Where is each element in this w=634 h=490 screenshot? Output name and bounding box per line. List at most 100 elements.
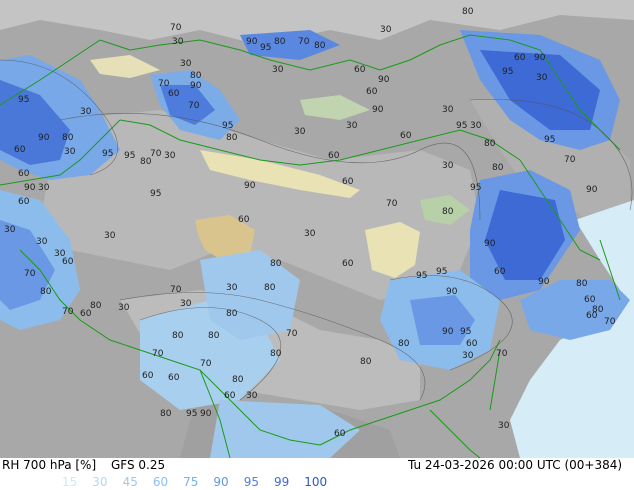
contour-label: 95: [436, 267, 447, 277]
contour-label: 60: [494, 267, 506, 277]
contour-label: 70: [152, 349, 164, 359]
product-label: RH 700 hPa [%]: [2, 458, 97, 472]
contour-label: 70: [62, 307, 74, 317]
contour-label: 80: [40, 287, 52, 297]
contour-label: 95: [456, 121, 467, 131]
contour-label: 30: [172, 37, 184, 47]
contour-label: 80: [270, 259, 282, 269]
contour-label: 30: [118, 303, 130, 313]
contour-label: 80: [160, 409, 172, 419]
contour-label: 60: [354, 65, 366, 75]
contour-label: 30: [246, 391, 258, 401]
contour-label: 60: [584, 295, 596, 305]
contour-label: 95: [502, 67, 513, 77]
contour-label: 30: [104, 231, 116, 241]
contour-label: 60: [18, 169, 30, 179]
contour-label: 60: [334, 429, 346, 439]
contour-label: 60: [62, 257, 74, 267]
contour-label: 90: [244, 181, 256, 191]
contour-label: 80: [226, 133, 238, 143]
contour-label: 90: [38, 133, 50, 143]
contour-label: 80: [442, 207, 454, 217]
contour-label: 30: [536, 73, 548, 83]
contour-label: 80: [264, 283, 276, 293]
contour-label: 95: [222, 121, 233, 131]
contour-label: 80: [208, 331, 220, 341]
contour-label: 70: [170, 285, 182, 295]
contour-label: 90: [538, 277, 550, 287]
contour-label: 60: [514, 53, 526, 63]
contour-label: 30: [226, 283, 238, 293]
contour-label: 70: [564, 155, 576, 165]
contour-label: 80: [172, 331, 184, 341]
scale-value: 95: [243, 475, 259, 489]
contour-label: 95: [102, 149, 113, 159]
contour-label: 95: [186, 409, 197, 419]
contour-label: 30: [180, 59, 192, 69]
contour-label: 80: [398, 339, 410, 349]
scale-value: 100: [304, 475, 328, 489]
contour-label: 60: [342, 259, 354, 269]
contour-label: 80: [462, 7, 474, 17]
contour-label: 80: [484, 139, 496, 149]
contour-label: 80: [270, 349, 282, 359]
contour-label: 70: [496, 349, 508, 359]
contour-label: 30: [442, 161, 454, 171]
contour-label: 80: [190, 71, 202, 81]
color-scale-legend: 15 30 45 60 75 90 95 99 100: [62, 475, 342, 489]
contour-label: 90: [534, 53, 546, 63]
contour-label: 60: [238, 215, 250, 225]
contour-label: 80: [314, 41, 326, 51]
scale-value: 75: [183, 475, 199, 489]
contour-label: 70: [286, 329, 298, 339]
contour-label: 30: [462, 351, 474, 361]
contour-label: 70: [200, 359, 212, 369]
contour-label: 70: [386, 199, 398, 209]
contour-label: 70: [150, 149, 162, 159]
scale-value: 99: [273, 475, 290, 489]
contour-label: 70: [24, 269, 36, 279]
scale-value: 60: [152, 475, 169, 489]
valid-time-label: Tu 24-03-2026 00:00 UTC (00+384): [408, 458, 623, 472]
contour-label: 30: [442, 105, 454, 115]
contour-label: 95: [470, 183, 481, 193]
contour-label: 90: [24, 183, 36, 193]
contour-label: 80: [90, 301, 102, 311]
contour-label: 70: [298, 37, 310, 47]
contour-label: 90: [586, 185, 598, 195]
contour-label: 60: [14, 145, 26, 155]
contour-label: 30: [4, 225, 16, 235]
contour-label: 60: [328, 151, 340, 161]
contour-label: 60: [168, 373, 180, 383]
contour-label: 95: [150, 189, 161, 199]
contour-label: 95: [124, 151, 135, 161]
contour-label: 30: [64, 147, 76, 157]
contour-label: 80: [492, 163, 504, 173]
contour-label: 30: [36, 237, 48, 247]
contour-label: 80: [274, 37, 286, 47]
contour-label: 90: [446, 287, 458, 297]
contour-label: 60: [342, 177, 354, 187]
contour-label: 90: [190, 81, 202, 91]
scale-value: 45: [122, 475, 138, 489]
contour-label: 30: [164, 151, 176, 161]
contour-label: 80: [226, 309, 238, 319]
contour-label: 80: [232, 375, 244, 385]
contour-label: 90: [246, 37, 258, 47]
contour-label: 30: [470, 121, 482, 131]
contour-label: 60: [366, 87, 378, 97]
contour-label: 60: [168, 89, 180, 99]
contour-label: 30: [38, 183, 50, 193]
contour-label: 90: [378, 75, 390, 85]
contour-label: 30: [180, 299, 192, 309]
contour-label: 30: [272, 65, 284, 75]
map-canvas: 7080303090 80 70 809530609060 90953070809060…: [0, 0, 634, 459]
contour-label: 95: [460, 327, 471, 337]
contour-label: 80: [360, 357, 372, 367]
contour-label: 30: [346, 121, 358, 131]
contour-label: 90: [200, 409, 212, 419]
contour-label: 60: [224, 391, 236, 401]
contour-label: 95: [18, 95, 29, 105]
contour-label: 60: [466, 339, 478, 349]
contour-label: 90: [484, 239, 496, 249]
